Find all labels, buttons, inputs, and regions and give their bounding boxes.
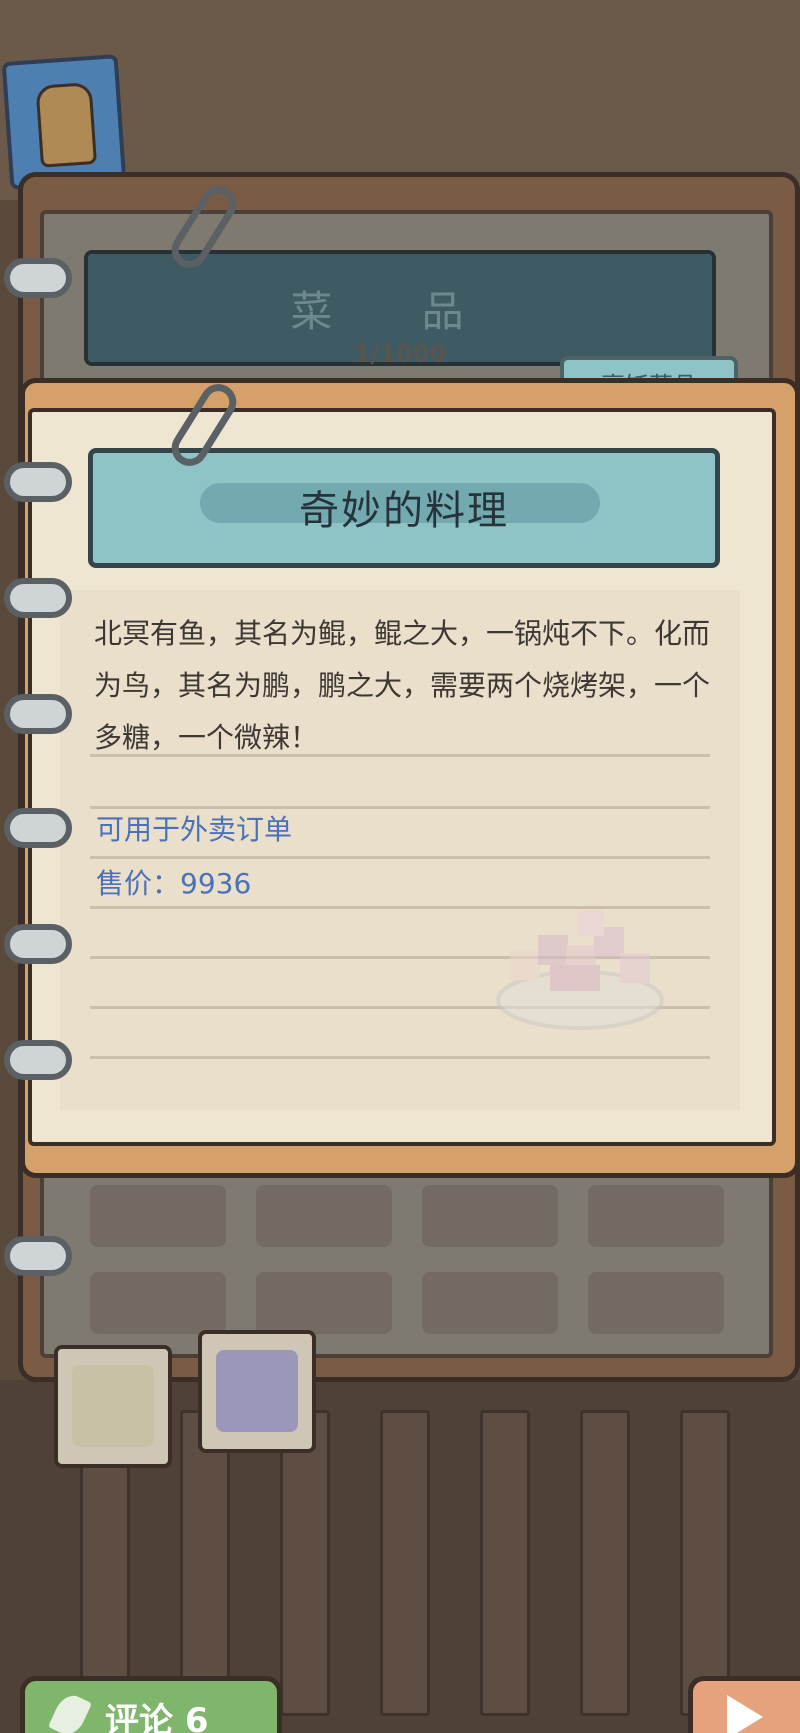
dish-bowl-icon [72,1365,154,1447]
chef-portrait-card[interactable] [1,54,127,190]
dish-slot[interactable] [422,1185,558,1247]
catalog-title: 菜 品 [290,287,502,336]
binder-ring [4,1040,72,1080]
dish-slot[interactable] [90,1272,226,1334]
review-button-label: 评论 6 [105,1701,209,1733]
ruled-line [90,1056,710,1059]
game-screen: 菜 品 1/1000 烹饪菜品 奇妙的料理 北冥有鱼，其名为鲲，鲲之大，一锅炖不… [0,0,800,1733]
category-tab-dishes[interactable] [54,1345,172,1468]
dish-name: 奇妙的料理 [299,488,509,534]
chef-statue-icon [35,81,97,168]
mystery-dish-icon [496,910,664,1030]
catalog-count: 1/1000 [353,340,447,368]
dish-slot[interactable] [422,1272,558,1334]
dish-slot[interactable] [256,1272,392,1334]
dish-slot[interactable] [256,1185,392,1247]
dish-price: 售价：9936 [96,867,252,900]
dish-slot[interactable] [90,1185,226,1247]
next-button[interactable] [688,1676,800,1733]
binder-ring [4,1236,72,1276]
dish-description: 北冥有鱼，其名为鲲，鲲之大，一锅炖不下。化而为鸟，其名为鹏，鹏之大，需要两个烧烤… [94,617,711,754]
binder-ring [4,578,72,618]
feather-icon [47,1690,93,1733]
arrow-right-icon [727,1695,763,1733]
binder-ring [4,808,72,848]
binder-ring [4,694,72,734]
binder-ring [4,462,72,502]
binder-ring [4,924,72,964]
ruled-line [90,856,710,859]
binder-ring [4,258,72,298]
roast-chicken-icon [216,1350,298,1432]
dish-slot[interactable] [588,1185,724,1247]
dish-slot[interactable] [588,1272,724,1334]
category-tab-roast[interactable] [198,1330,316,1453]
delivery-availability: 可用于外卖订单 [96,813,293,846]
review-button[interactable]: 评论 6 [20,1676,282,1733]
